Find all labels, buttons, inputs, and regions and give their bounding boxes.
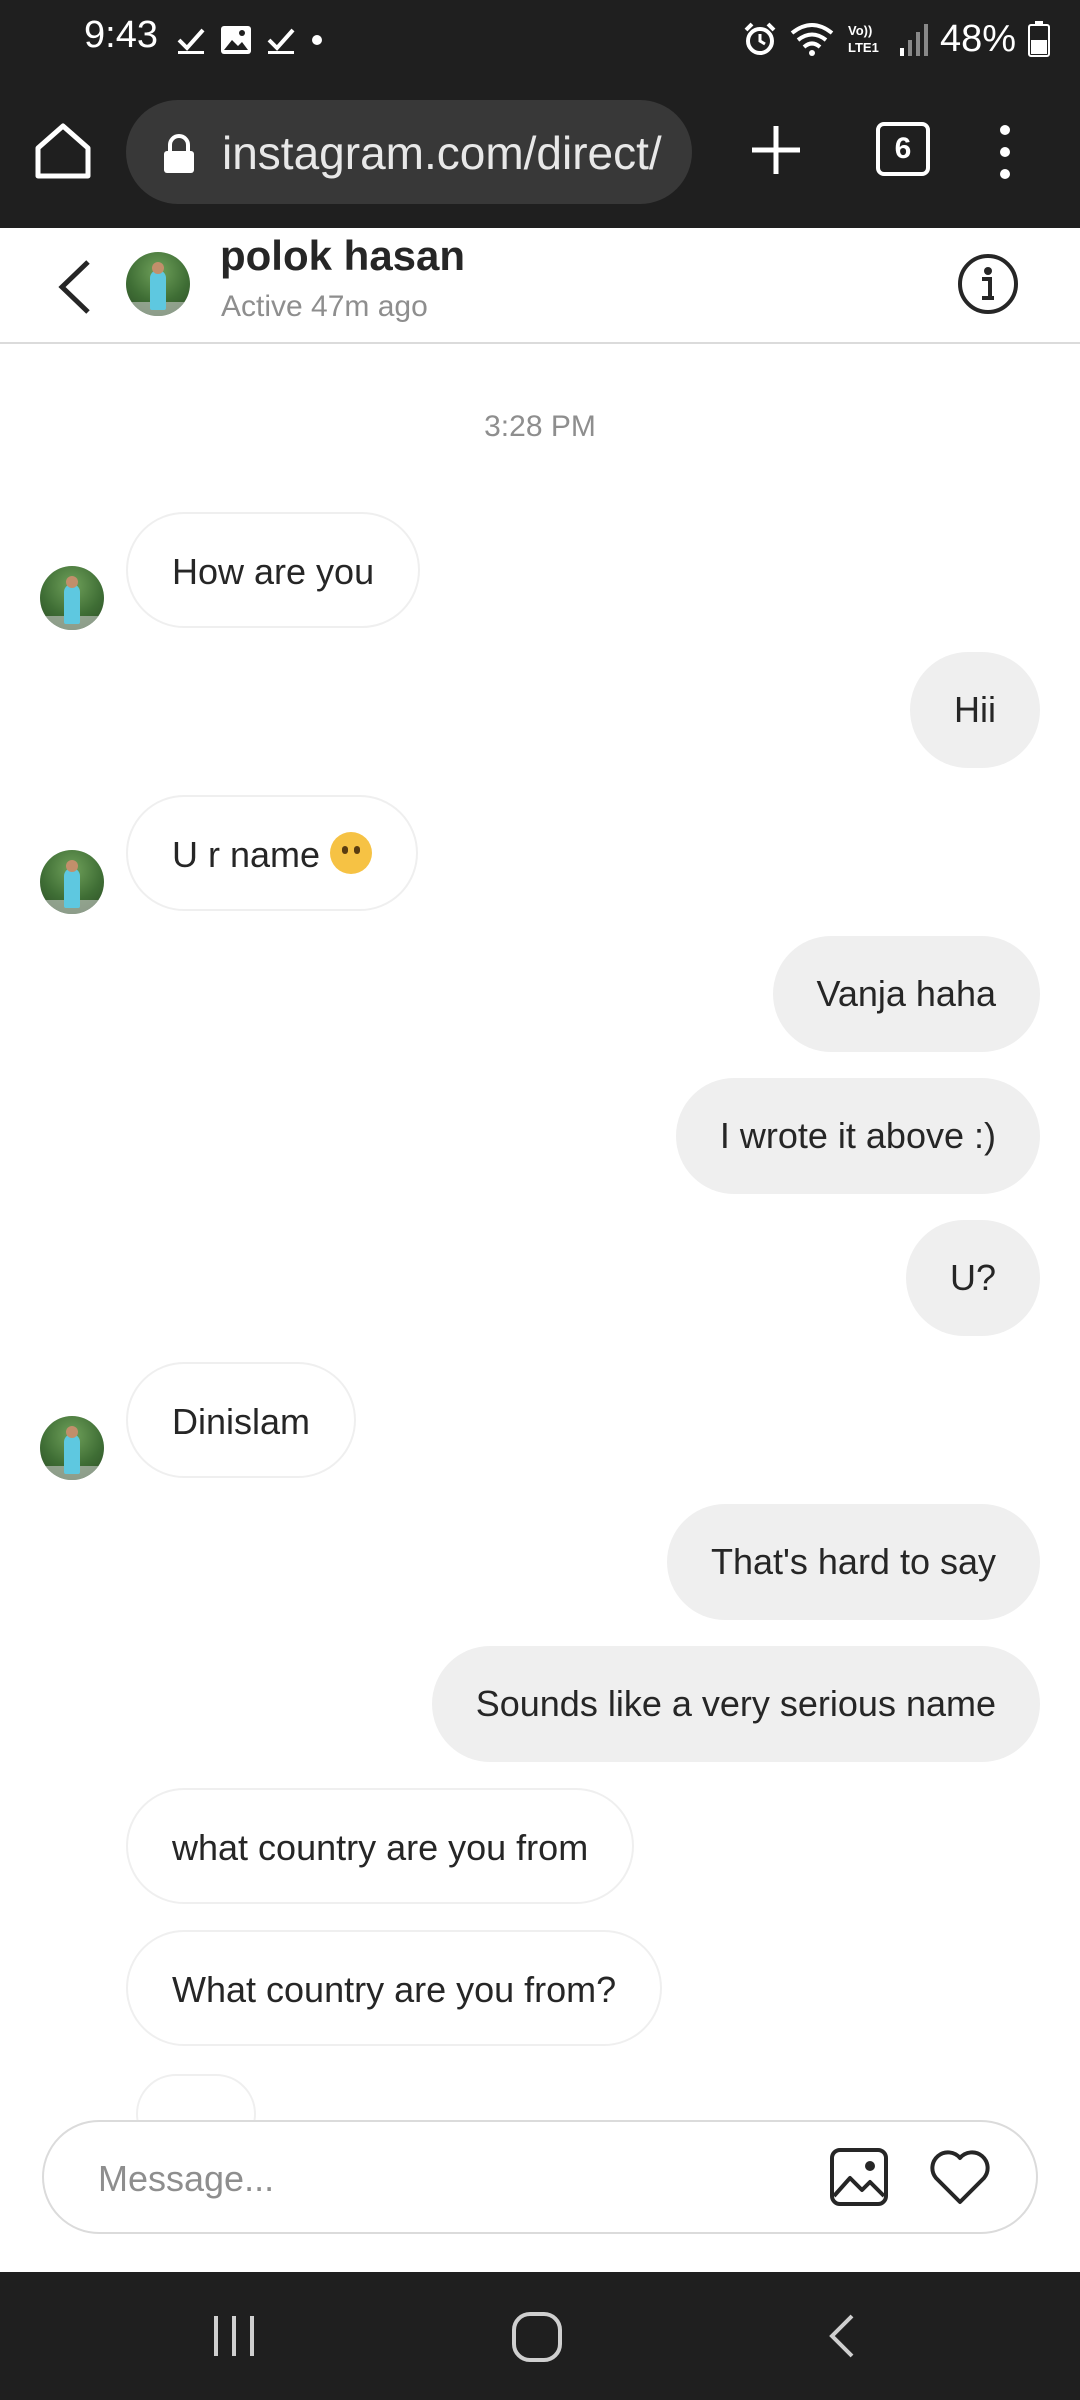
contact-avatar[interactable] [126,252,190,316]
chat-header: polok hasan Active 47m ago [0,228,1080,344]
message-bubble-outgoing[interactable]: U? [905,1220,1040,1336]
browser-menu-button[interactable] [990,122,1020,182]
system-home-button[interactable] [510,2310,564,2364]
system-back-button[interactable] [826,2312,858,2360]
message-bubble-incoming[interactable]: what country are you from [126,1788,635,1904]
check-icon [267,28,295,54]
message-text: U? [949,1257,996,1298]
thinking-face-emoji-icon [330,832,373,875]
message-text: what country are you from [172,1827,589,1868]
message-bubble-outgoing[interactable]: Hii [910,652,1040,768]
gallery-icon[interactable] [828,2146,890,2208]
url-text: instagram.com/direct/ [222,127,662,179]
heart-icon[interactable] [928,2148,992,2206]
svg-text:LTE1: LTE1 [848,40,879,55]
message-bubble-outgoing[interactable]: I wrote it above :) [675,1078,1040,1194]
message-timestamp: 3:28 PM [484,410,596,443]
message-text: Vanja haha [816,973,997,1014]
volte-icon: Vo)) LTE1 [848,23,879,55]
message-bubble-incoming[interactable]: What country are you from? [126,1930,663,2046]
alarm-icon [744,22,776,55]
message-text: Sounds like a very serious name [475,1683,996,1724]
battery-icon [1028,21,1050,57]
notification-icons [176,18,324,62]
svg-text:Vo)): Vo)) [848,23,872,38]
battery-percent: 48% [939,17,1016,60]
signal-icon [899,24,928,56]
recent-apps-button[interactable] [210,2312,258,2360]
message-bubble-outgoing[interactable]: Sounds like a very serious name [431,1646,1040,1762]
address-bar[interactable]: instagram.com/direct/ [126,100,692,204]
browser-home-button[interactable] [30,118,96,184]
message-text: Hii [954,689,996,730]
lock-icon [164,134,194,173]
message-text: U r name [172,834,321,875]
dot-icon [312,35,322,45]
message-text: How are you [172,551,375,592]
new-tab-button[interactable] [748,122,804,178]
sender-avatar[interactable] [40,850,104,914]
message-input[interactable] [96,2150,800,2208]
message-text: That's hard to say [710,1541,996,1582]
message-bubble-outgoing[interactable]: Vanja haha [772,936,1040,1052]
check-icon [177,28,205,54]
sender-avatar[interactable] [40,1416,104,1480]
message-bubble-outgoing[interactable]: That's hard to say [666,1504,1040,1620]
image-icon [221,26,251,54]
back-button[interactable] [50,256,100,318]
message-list-clip [0,2074,1080,2120]
status-bar: 9:43 Vo)) LTE1 48% [0,0,1080,78]
info-icon[interactable] [956,252,1020,316]
message-text: Dinislam [172,1401,311,1442]
browser-toolbar: instagram.com/direct/ 6 [0,78,1080,228]
message-bubble-incoming[interactable]: Dinislam [126,1362,357,1478]
message-bubble-incoming[interactable]: How are you [126,512,421,628]
message-text: I wrote it above :) [719,1115,996,1156]
tab-switcher-button[interactable]: 6 [876,122,930,176]
system-icons: Vo)) LTE1 48% [742,14,1050,64]
status-time: 9:43 [84,14,158,56]
contact-name[interactable]: polok hasan [220,232,465,280]
wifi-icon [790,23,834,56]
message-bubble-incoming[interactable]: U r name [126,795,419,911]
contact-active-status: Active 47m ago [221,290,428,323]
system-navigation-bar [0,2272,1080,2400]
message-composer [42,2120,1038,2234]
message-text: What country are you from? [172,1969,617,2010]
sender-avatar[interactable] [40,566,104,630]
message-bubble-incoming-partial[interactable] [136,2074,256,2120]
